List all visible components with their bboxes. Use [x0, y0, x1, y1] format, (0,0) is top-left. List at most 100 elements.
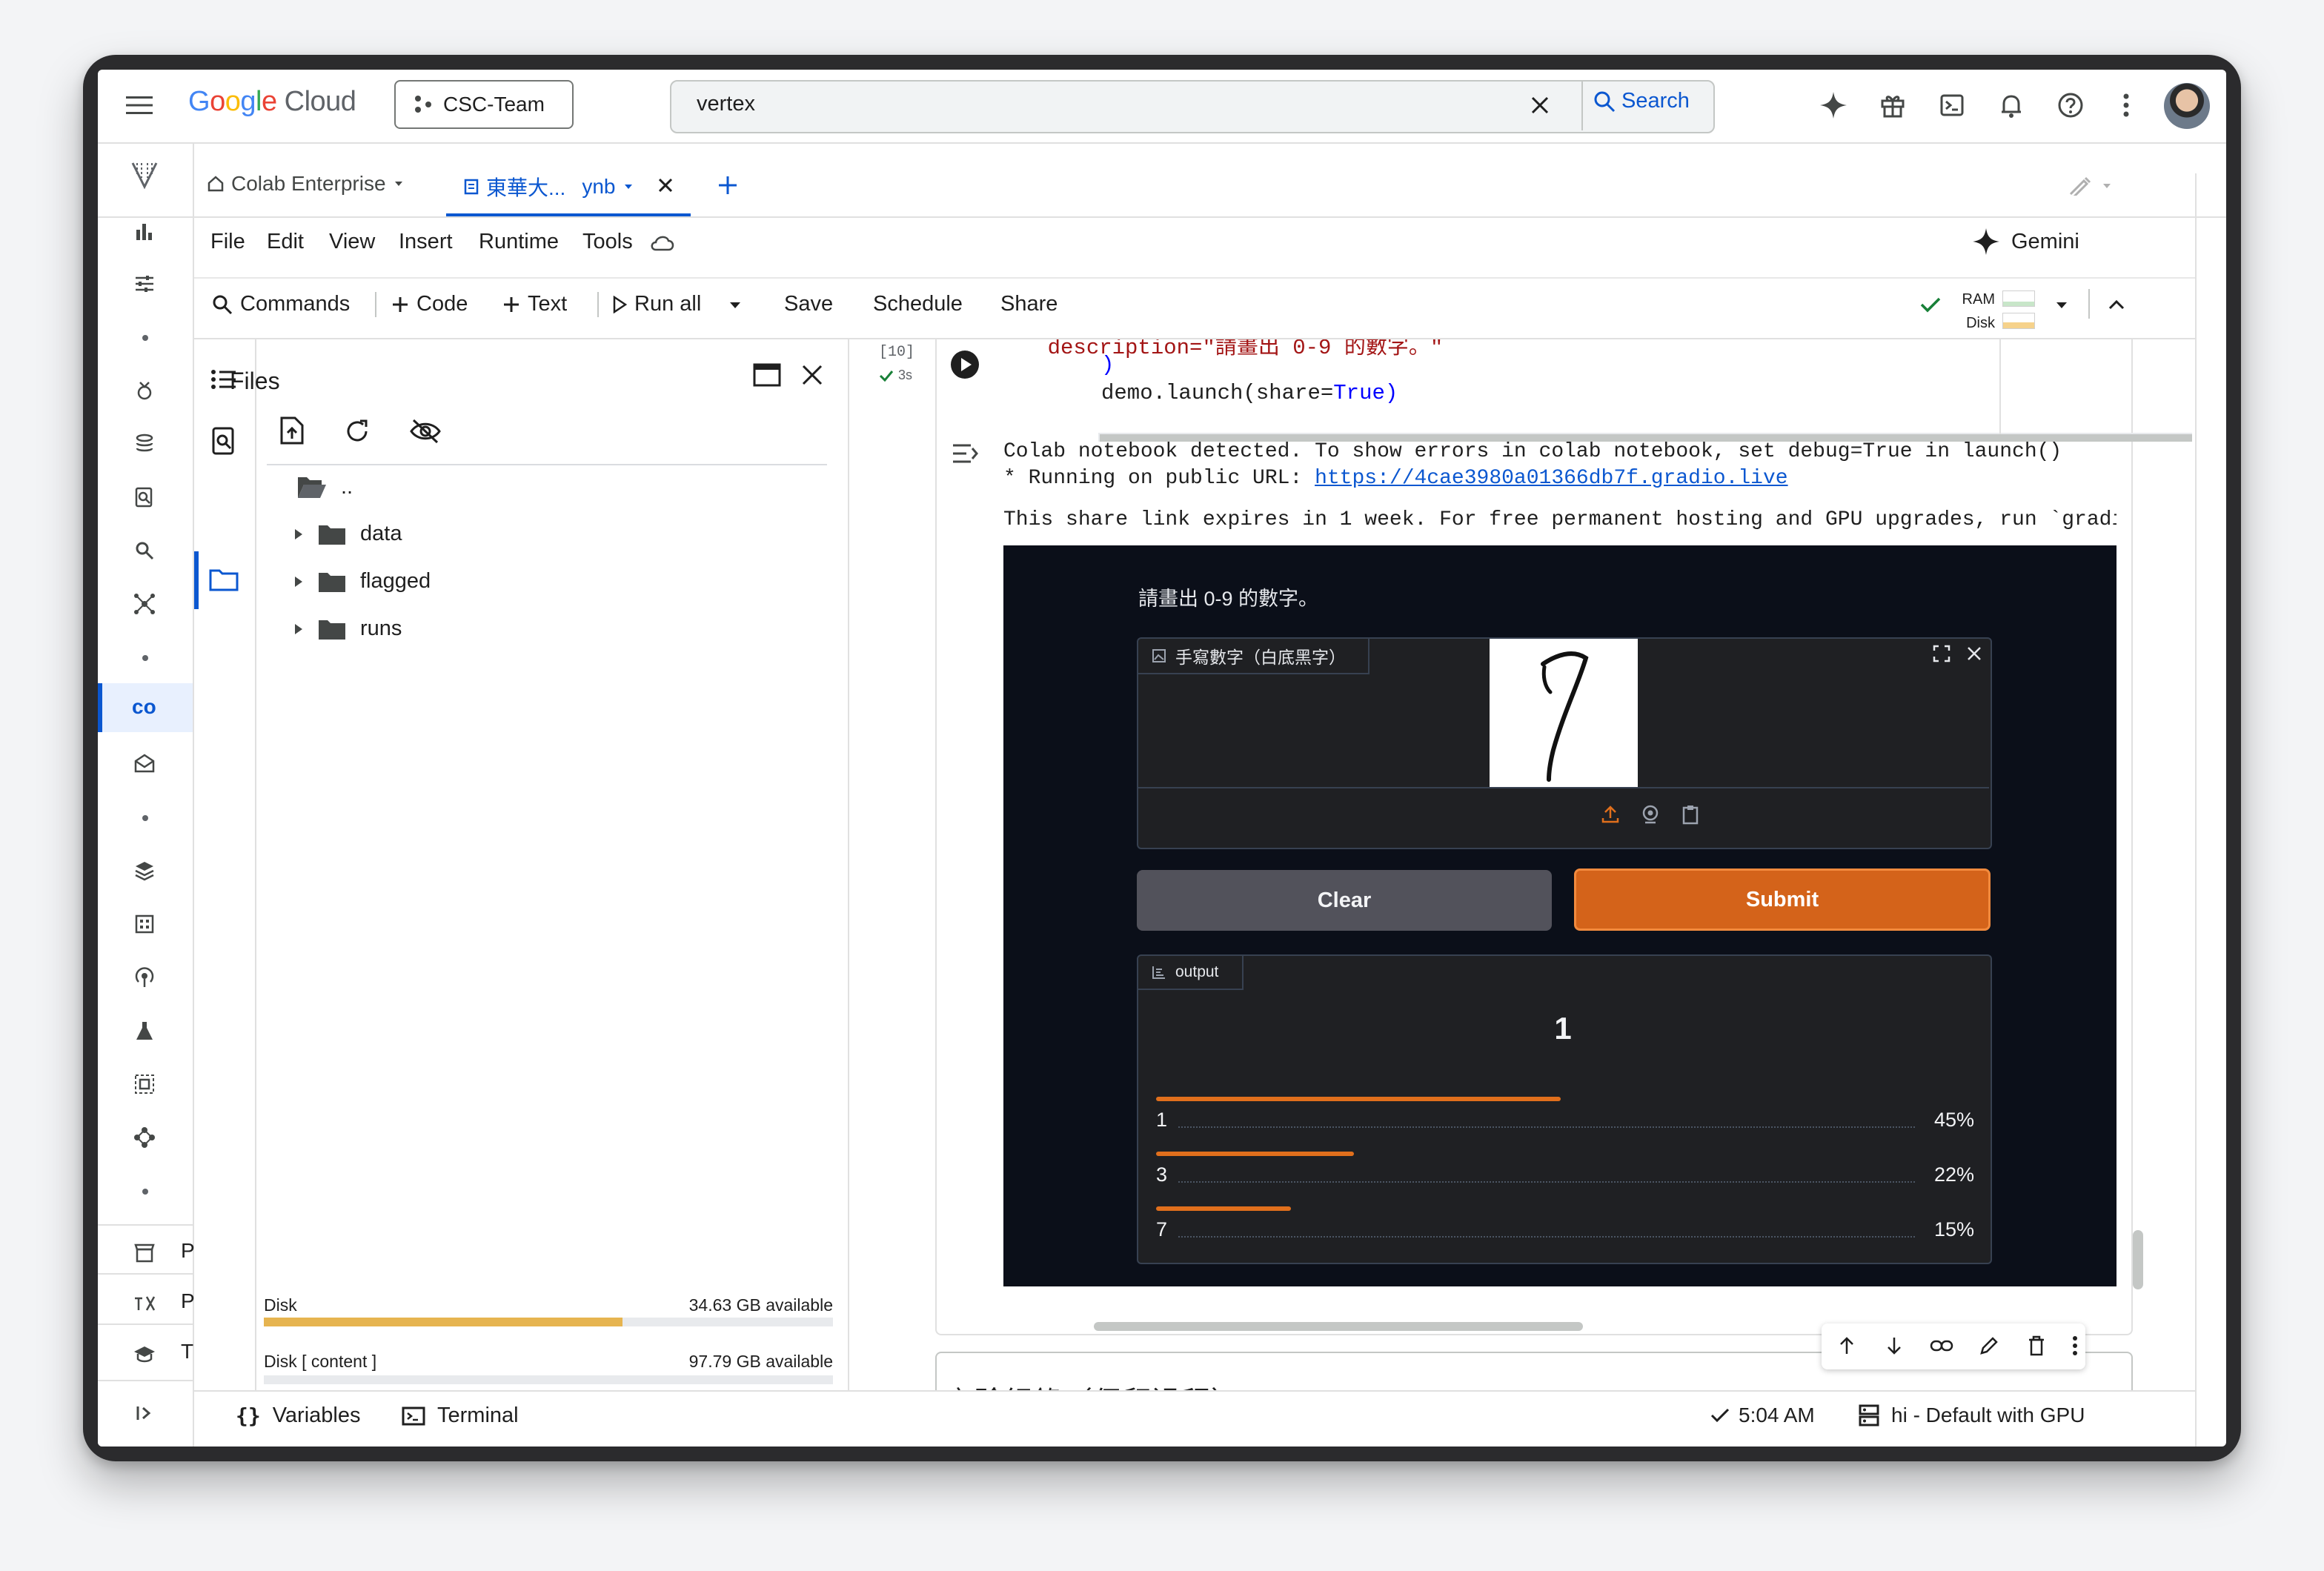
menu-file[interactable]: File — [210, 230, 245, 254]
hamburger-menu-icon[interactable] — [123, 89, 156, 122]
folder-files-icon[interactable] — [209, 565, 239, 594]
schedule-button[interactable]: Schedule — [873, 292, 963, 316]
user-avatar[interactable] — [2164, 83, 2210, 129]
document-search-icon[interactable] — [127, 480, 162, 514]
pipelines-graph-icon[interactable] — [127, 1120, 162, 1155]
notifications-bell-icon[interactable] — [1996, 90, 2026, 120]
menu-tools[interactable]: Tools — [582, 230, 633, 254]
delete-trash-icon[interactable] — [2025, 1334, 2048, 1358]
edit-pencil-icon[interactable] — [1977, 1334, 2001, 1358]
open-in-window-icon[interactable] — [751, 360, 783, 390]
more-options-icon[interactable] — [2115, 90, 2137, 120]
new-tab-plus-icon[interactable] — [716, 173, 740, 197]
submit-button[interactable]: Submit — [1574, 868, 1991, 931]
file-row-runs[interactable]: runs — [293, 617, 402, 641]
ruler-line — [1999, 339, 2001, 434]
variables-button[interactable]: {} Variables — [236, 1404, 360, 1428]
help-icon[interactable] — [2056, 90, 2085, 120]
confidence-bar — [1156, 1097, 1561, 1101]
google-cloud-logo[interactable]: Google Cloud — [188, 86, 356, 118]
fullscreen-sketch-icon[interactable] — [1930, 642, 1953, 665]
project-selector[interactable]: CSC-Team — [394, 80, 574, 129]
output-horizontal-scrollbar[interactable] — [1094, 1322, 1583, 1331]
commands-button[interactable]: Commands — [212, 292, 350, 316]
runtime-options-chevron-icon[interactable] — [2051, 296, 2072, 314]
search-input[interactable]: vertex — [697, 92, 755, 116]
learn-school-icon[interactable] — [127, 1337, 162, 1371]
rail-separator-dot — [142, 655, 148, 661]
model-registry-icon[interactable] — [127, 854, 162, 888]
model-garden-icon[interactable] — [127, 373, 162, 408]
clipboard-icon[interactable] — [1679, 803, 1702, 826]
confidence-percent: 15% — [1933, 1218, 1974, 1240]
terminal-button[interactable]: Terminal — [402, 1404, 519, 1428]
vector-search-icon[interactable] — [127, 1067, 162, 1101]
hide-hidden-files-icon[interactable] — [408, 416, 443, 446]
notebook-vertical-scrollbar[interactable] — [2133, 1230, 2143, 1289]
collapse-toolbar-icon[interactable] — [2105, 293, 2128, 316]
gemini-button[interactable]: Gemini — [1973, 228, 2079, 255]
file-row-data[interactable]: data — [293, 522, 402, 546]
online-prediction-icon[interactable] — [127, 960, 162, 994]
cell-more-options-icon[interactable] — [2068, 1334, 2082, 1358]
tab-colab-enterprise[interactable]: Colab Enterprise — [208, 172, 404, 196]
find-in-file-icon[interactable] — [209, 425, 239, 456]
runtime-status[interactable]: hi - Default with GPU — [1859, 1404, 2085, 1427]
output-actions-icon[interactable] — [950, 439, 980, 468]
notebook-tab-label[interactable]: 東華大... ynb — [464, 172, 634, 202]
tune-sliders-icon[interactable] — [127, 267, 162, 301]
menu-edit[interactable]: Edit — [267, 230, 304, 254]
resource-meters[interactable] — [2002, 290, 2035, 329]
output-label-panel — [1137, 954, 1992, 1264]
workbench-icon[interactable] — [127, 747, 162, 781]
add-text-cell-button[interactable]: Text — [502, 292, 567, 316]
run-cell-button[interactable] — [950, 350, 980, 379]
refresh-icon[interactable] — [342, 416, 372, 446]
clear-button[interactable]: Clear — [1137, 870, 1552, 931]
link-icon[interactable] — [1928, 1334, 1955, 1358]
search-box — [670, 80, 1715, 133]
webcam-icon[interactable] — [1639, 803, 1661, 826]
pipelines-stack-icon[interactable] — [127, 427, 162, 461]
edit-mode-toggle[interactable] — [2069, 176, 2112, 196]
clear-sketch-icon[interactable] — [1962, 642, 1986, 665]
upload-file-icon[interactable] — [277, 415, 307, 446]
menu-insert[interactable]: Insert — [399, 230, 453, 254]
file-row-flagged[interactable]: flagged — [293, 569, 431, 594]
move-cell-up-icon[interactable] — [1835, 1334, 1859, 1358]
gift-icon[interactable] — [1878, 90, 1908, 120]
upload-icon[interactable] — [1599, 803, 1621, 826]
last-run-time[interactable]: 5:04 AM — [1710, 1404, 1815, 1427]
agent-network-icon[interactable] — [127, 587, 162, 621]
menu-view[interactable]: View — [329, 230, 375, 254]
share-button[interactable]: Share — [1000, 292, 1058, 316]
file-row-parent[interactable]: .. — [296, 474, 353, 499]
public-url-link[interactable]: https://4cae3980a01366db7f.gradio.live — [1315, 467, 1788, 490]
experiments-flask-icon[interactable] — [127, 1014, 162, 1048]
drawing-canvas[interactable] — [1490, 639, 1638, 787]
dashboard-bar-chart-icon[interactable] — [127, 215, 162, 249]
confidence-bar — [1156, 1152, 1354, 1156]
run-all-button[interactable]: Run all — [612, 292, 701, 316]
search-button[interactable]: Search — [1593, 89, 1690, 113]
search-nav-icon[interactable] — [127, 534, 162, 568]
save-button[interactable]: Save — [784, 292, 833, 316]
menu-runtime[interactable]: Runtime — [479, 230, 559, 254]
vertex-ai-logo-icon[interactable] — [127, 157, 162, 191]
rail-truncated-label: P — [181, 1289, 195, 1312]
add-code-cell-button[interactable]: Code — [391, 292, 468, 316]
move-cell-down-icon[interactable] — [1882, 1334, 1906, 1358]
close-tab-icon[interactable] — [655, 175, 676, 196]
feature-store-icon[interactable] — [127, 907, 162, 941]
marketplace-icon[interactable] — [127, 1236, 162, 1270]
release-notes-icon[interactable] — [127, 1286, 162, 1321]
disk-usage-fill — [264, 1318, 622, 1326]
expand-rail-icon[interactable] — [127, 1396, 162, 1430]
run-options-chevron-icon[interactable] — [725, 296, 746, 314]
gemini-sparkle-icon[interactable] — [1819, 90, 1848, 120]
clear-search-icon[interactable] — [1527, 92, 1553, 119]
cloud-shell-icon[interactable] — [1937, 90, 1967, 120]
confidence-percent: 22% — [1933, 1163, 1974, 1186]
code-editor[interactable]: description="請畫出 0-9 的數字。" ) demo.launch… — [996, 339, 2115, 424]
close-panel-icon[interactable] — [797, 360, 827, 390]
